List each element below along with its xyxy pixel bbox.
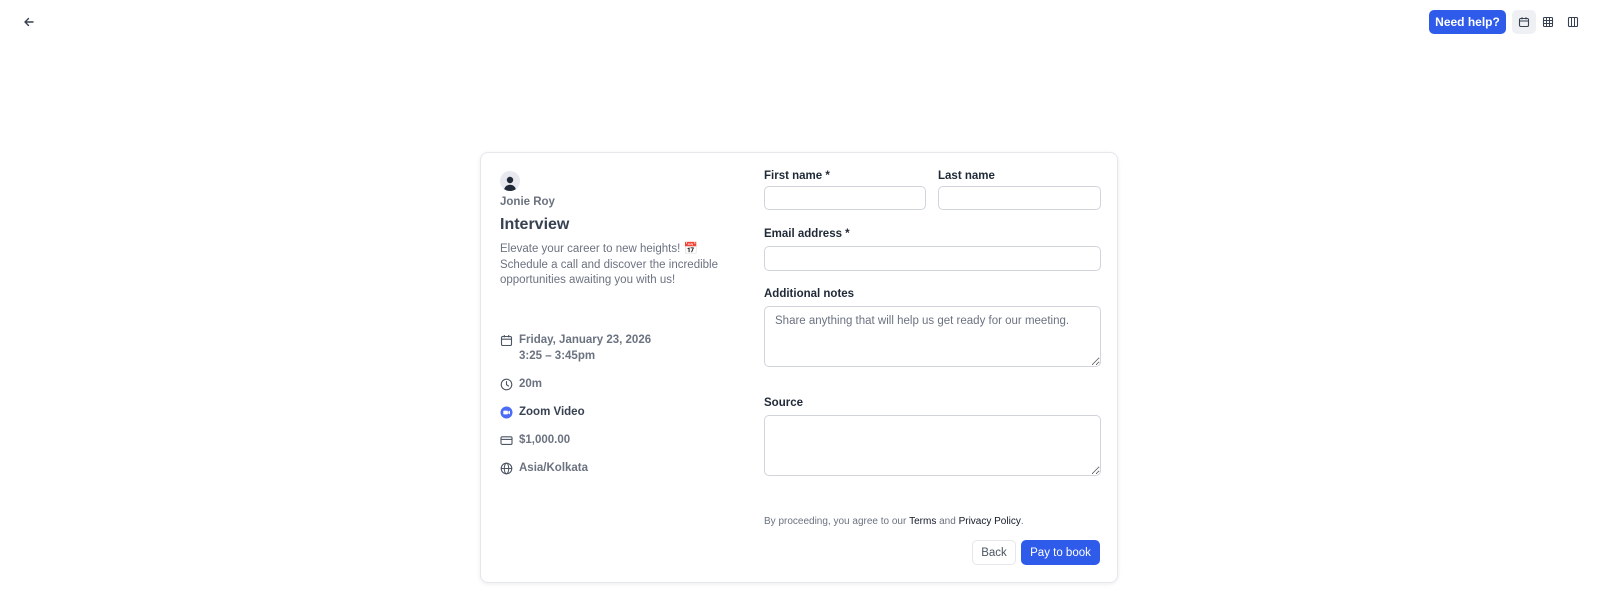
price-text: $1,000.00: [519, 434, 571, 446]
clock-icon: [500, 378, 513, 391]
event-price: $1,000.00: [500, 433, 730, 449]
email-field[interactable]: [764, 246, 1101, 271]
columns-icon: [1567, 16, 1579, 28]
first-name-field[interactable]: [764, 186, 926, 210]
event-date: Friday, January 23, 2026: [519, 334, 652, 346]
terms-link[interactable]: Terms: [909, 516, 936, 527]
source-textarea[interactable]: [764, 415, 1101, 476]
zoom-video-icon: [500, 406, 513, 419]
event-date-time: Friday, January 23, 2026 3:25 – 3:45pm: [500, 333, 730, 364]
pay-to-book-button[interactable]: Pay to book: [1021, 540, 1100, 565]
terms-and: and: [936, 516, 959, 527]
month-view-toggle[interactable]: [1512, 10, 1536, 34]
privacy-policy-link[interactable]: Privacy Policy: [959, 516, 1021, 527]
host-name: Jonie Roy: [500, 196, 555, 208]
avatar: [500, 171, 520, 191]
terms-suffix: .: [1020, 516, 1024, 527]
duration-text: 20m: [519, 378, 543, 390]
timezone-text: Asia/Kolkata: [519, 462, 589, 474]
globe-icon: [500, 462, 513, 475]
email-label: Email address *: [764, 228, 850, 240]
event-title: Interview: [500, 216, 570, 233]
calendar-icon: [1518, 16, 1530, 28]
terms-notice: By proceeding, you agree to our Terms an…: [764, 516, 1024, 527]
last-name-label: Last name: [938, 170, 995, 182]
event-location: Zoom Video: [500, 405, 730, 421]
need-help-button[interactable]: Need help?: [1429, 10, 1506, 34]
notes-label: Additional notes: [764, 288, 855, 300]
user-icon: [504, 176, 516, 191]
source-label: Source: [764, 397, 803, 409]
terms-prefix: By proceeding, you agree to our: [764, 516, 910, 527]
back-button[interactable]: Back: [972, 540, 1016, 565]
top-bar: Need help?: [0, 0, 1600, 44]
first-name-label: First name *: [764, 170, 830, 182]
event-description: Elevate your career to new heights! 📅 Sc…: [500, 243, 718, 286]
event-timezone: Asia/Kolkata: [500, 461, 730, 477]
event-time: 3:25 – 3:45pm: [519, 349, 596, 362]
notes-textarea[interactable]: [764, 306, 1101, 367]
location-text: Zoom Video: [519, 406, 585, 418]
credit-card-icon: [500, 434, 513, 447]
last-name-field[interactable]: [938, 186, 1101, 210]
event-duration: 20m: [500, 377, 730, 393]
week-view-toggle[interactable]: [1536, 10, 1560, 34]
column-view-toggle[interactable]: [1561, 10, 1585, 34]
calendar-icon: [500, 334, 513, 347]
event-details: Jonie Roy Interview Elevate your career …: [500, 171, 730, 289]
arrow-left-icon[interactable]: [18, 12, 40, 32]
grid-icon: [1542, 16, 1554, 28]
booking-card: Jonie Roy Interview Elevate your career …: [480, 152, 1118, 583]
